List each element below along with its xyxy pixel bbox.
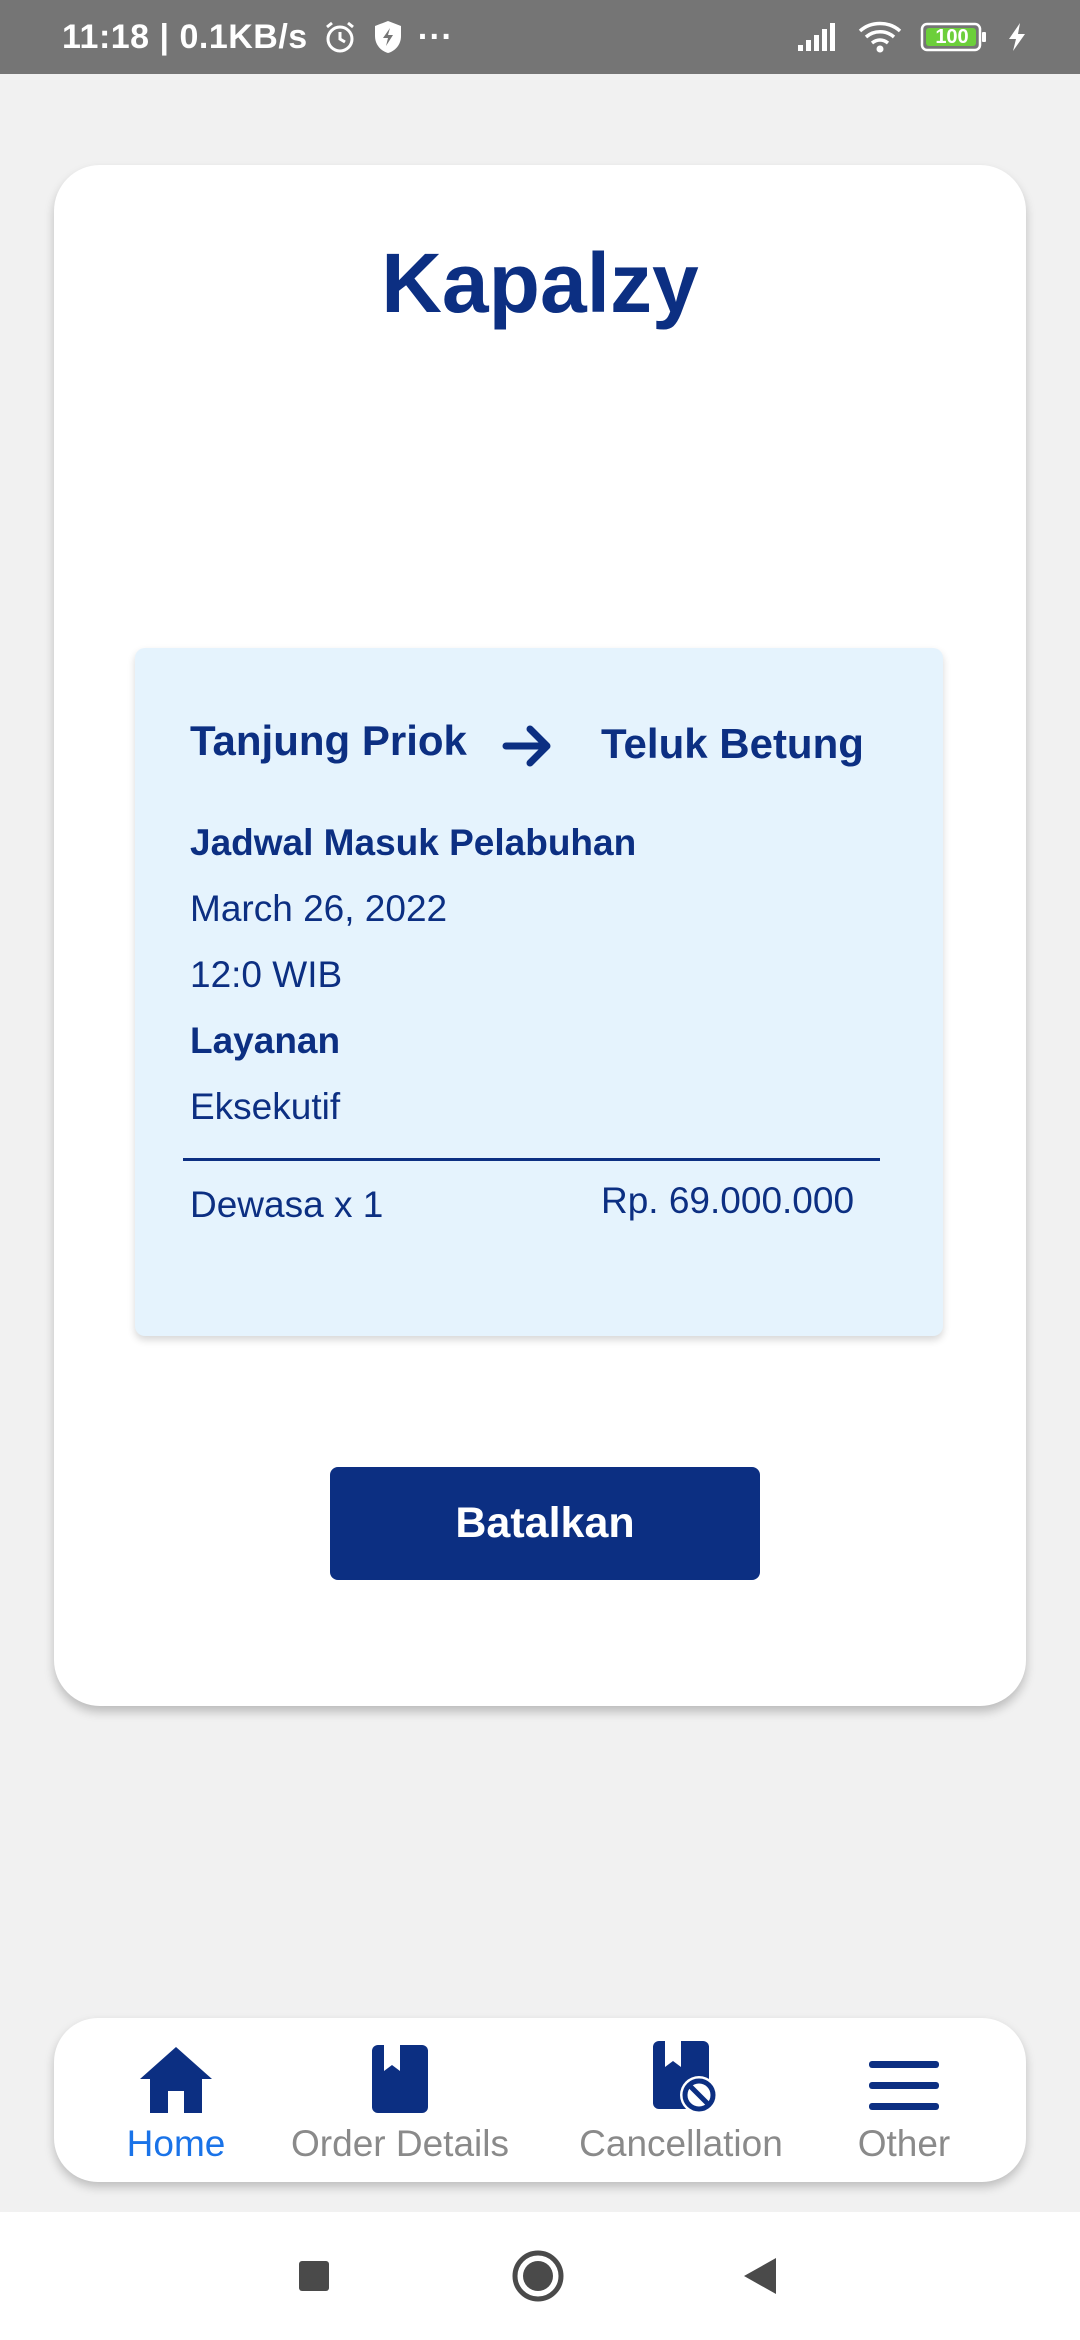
schedule-date: March 26, 2022 bbox=[190, 888, 448, 929]
status-time-speed: 11:18 | 0.1KB/s bbox=[62, 17, 308, 56]
alarm-icon bbox=[322, 19, 358, 55]
status-left: 11:18 | 0.1KB/s ··· bbox=[62, 18, 453, 57]
battery-icon: 100 bbox=[920, 21, 988, 53]
nav-home-label: Home bbox=[126, 2123, 226, 2164]
cancel-button[interactable]: Batalkan bbox=[330, 1467, 760, 1580]
ticket-price: Rp. 69.000.000 bbox=[601, 1180, 855, 1221]
schedule-label: Jadwal Masuk Pelabuhan bbox=[190, 822, 637, 863]
menu-icon bbox=[867, 2035, 941, 2115]
bookmark-cancel-icon bbox=[641, 2035, 721, 2115]
route-destination: Teluk Betung bbox=[601, 720, 864, 767]
circle-icon bbox=[512, 2250, 564, 2302]
bookmark-icon bbox=[370, 2035, 430, 2115]
service-value: Eksekutif bbox=[190, 1086, 341, 1127]
ticket-divider bbox=[183, 1158, 880, 1161]
nav-home[interactable]: Home bbox=[100, 2035, 252, 2170]
status-bar: 11:18 | 0.1KB/s ··· 100 bbox=[0, 0, 1080, 74]
service-label: Layanan bbox=[190, 1020, 341, 1061]
back-button[interactable] bbox=[736, 2240, 784, 2312]
charging-icon bbox=[1006, 21, 1028, 53]
square-icon bbox=[299, 2261, 329, 2291]
nav-order-details-label: Order Details bbox=[291, 2123, 509, 2164]
status-right: 100 bbox=[796, 20, 1028, 54]
arrow-right-icon bbox=[500, 718, 556, 779]
home-system-button[interactable] bbox=[508, 2240, 568, 2312]
home-icon bbox=[136, 2035, 216, 2115]
nav-order-details[interactable]: Order Details bbox=[280, 2035, 520, 2170]
battery-level: 100 bbox=[935, 26, 969, 48]
signal-icon bbox=[796, 21, 840, 53]
back-triangle-icon bbox=[744, 2258, 776, 2294]
passenger-count: Dewasa x 1 bbox=[190, 1184, 384, 1225]
nav-cancellation-label: Cancellation bbox=[579, 2123, 783, 2164]
nav-other-label: Other bbox=[857, 2123, 951, 2164]
app-title: Kapalzy bbox=[381, 236, 699, 330]
more-notifications-icon: ··· bbox=[417, 17, 454, 56]
shield-icon bbox=[372, 19, 404, 55]
recent-apps-button[interactable] bbox=[290, 2240, 338, 2312]
nav-other[interactable]: Other bbox=[840, 2035, 968, 2170]
schedule-time: 12:0 WIB bbox=[190, 954, 343, 995]
nav-cancellation[interactable]: Cancellation bbox=[566, 2035, 796, 2170]
wifi-icon bbox=[858, 20, 902, 54]
route-origin: Tanjung Priok bbox=[190, 717, 467, 764]
